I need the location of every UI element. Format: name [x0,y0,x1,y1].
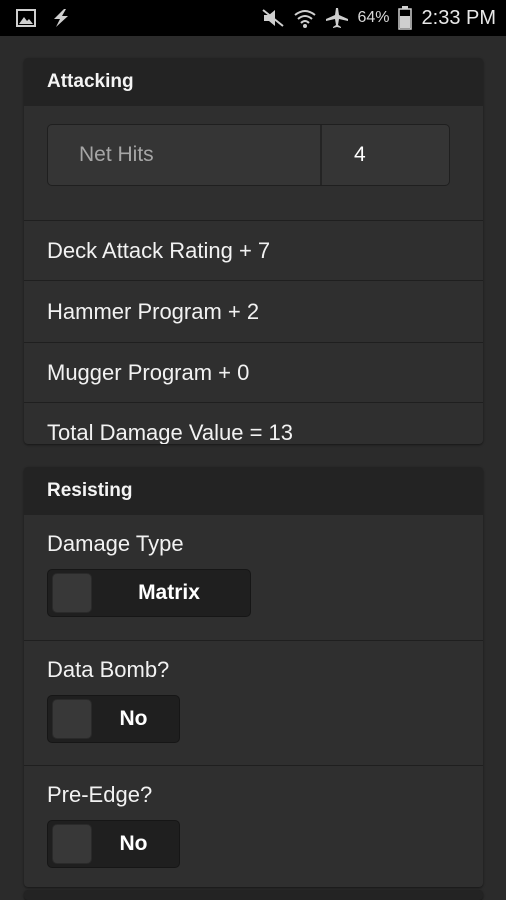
mute-icon [261,8,285,28]
net-hits-field[interactable]: Net Hits 4 [47,124,450,186]
data-bomb-row: Data Bomb? No [24,640,483,765]
damage-type-row: Damage Type Matrix [24,515,483,640]
flash-icon [50,8,72,28]
damage-type-label: Damage Type [47,531,184,556]
net-hits-label: Net Hits [48,125,322,185]
resisting-card: Resisting Damage Type Matrix Data Bomb? … [24,467,483,887]
image-icon [16,9,36,27]
deck-attack-rating-row: Deck Attack Rating + 7 [24,220,483,280]
attacking-header: Attacking [24,58,483,106]
toggle-knob[interactable] [52,573,92,613]
pre-edge-label: Pre-Edge? [47,782,153,807]
pre-edge-row: Pre-Edge? No [24,765,483,887]
data-bomb-toggle[interactable]: No [47,695,180,743]
attacking-card: Attacking Net Hits 4 Deck Attack Rating … [24,58,483,444]
data-bomb-value: No [119,707,148,730]
total-damage-value-row: Total Damage Value = 13 [24,402,483,444]
data-bomb-label: Data Bomb? [47,657,170,682]
damage-type-toggle[interactable]: Matrix [47,569,251,617]
battery-icon [397,6,412,30]
status-bar: 64% 2:33 PM [0,0,506,36]
next-card [24,890,483,900]
net-hits-row: Net Hits 4 [24,124,483,220]
net-hits-input[interactable]: 4 [322,125,449,185]
toggle-knob[interactable] [52,824,92,864]
mugger-program-row: Mugger Program + 0 [24,342,483,402]
hammer-program-row: Hammer Program + 2 [24,280,483,342]
wifi-icon [293,7,317,29]
toggle-knob[interactable] [52,699,92,739]
airplane-icon [325,7,349,29]
clock: 2:33 PM [421,6,496,29]
battery-percent: 64% [357,9,390,26]
damage-type-value: Matrix [138,581,200,604]
resisting-header: Resisting [24,467,483,515]
pre-edge-value: No [119,832,148,855]
pre-edge-toggle[interactable]: No [47,820,180,868]
